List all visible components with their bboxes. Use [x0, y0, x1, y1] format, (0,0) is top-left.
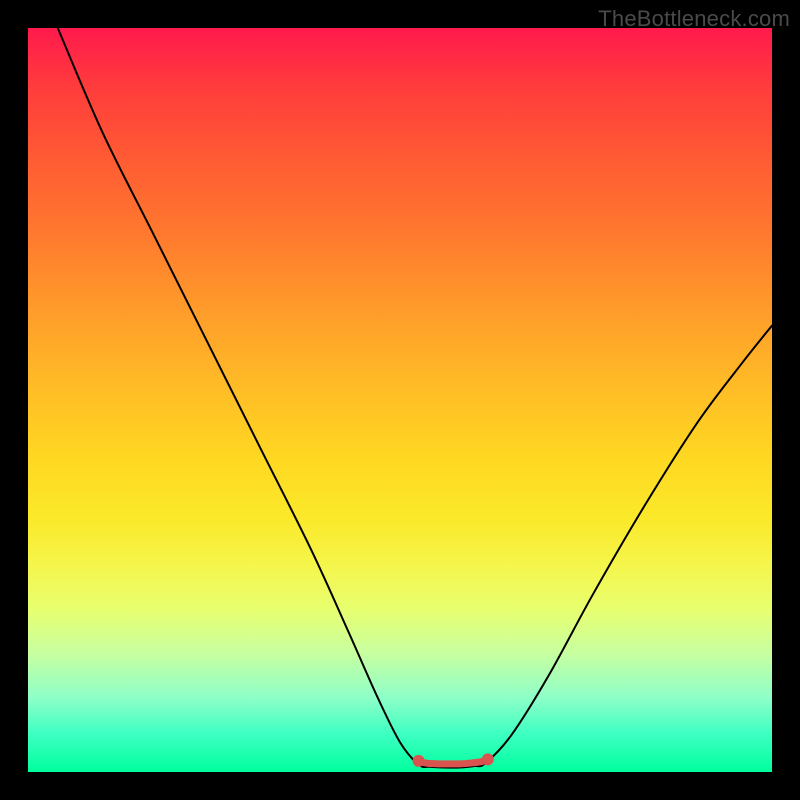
marker-end-dot: [482, 753, 494, 765]
bottom-marker-line: [419, 759, 488, 764]
watermark-text: TheBottleneck.com: [598, 6, 790, 32]
chart-frame: TheBottleneck.com: [0, 0, 800, 800]
marker-start-dot: [413, 755, 425, 767]
plot-area: [28, 28, 772, 772]
curve-svg: [28, 28, 772, 772]
bottleneck-curve: [58, 28, 772, 768]
